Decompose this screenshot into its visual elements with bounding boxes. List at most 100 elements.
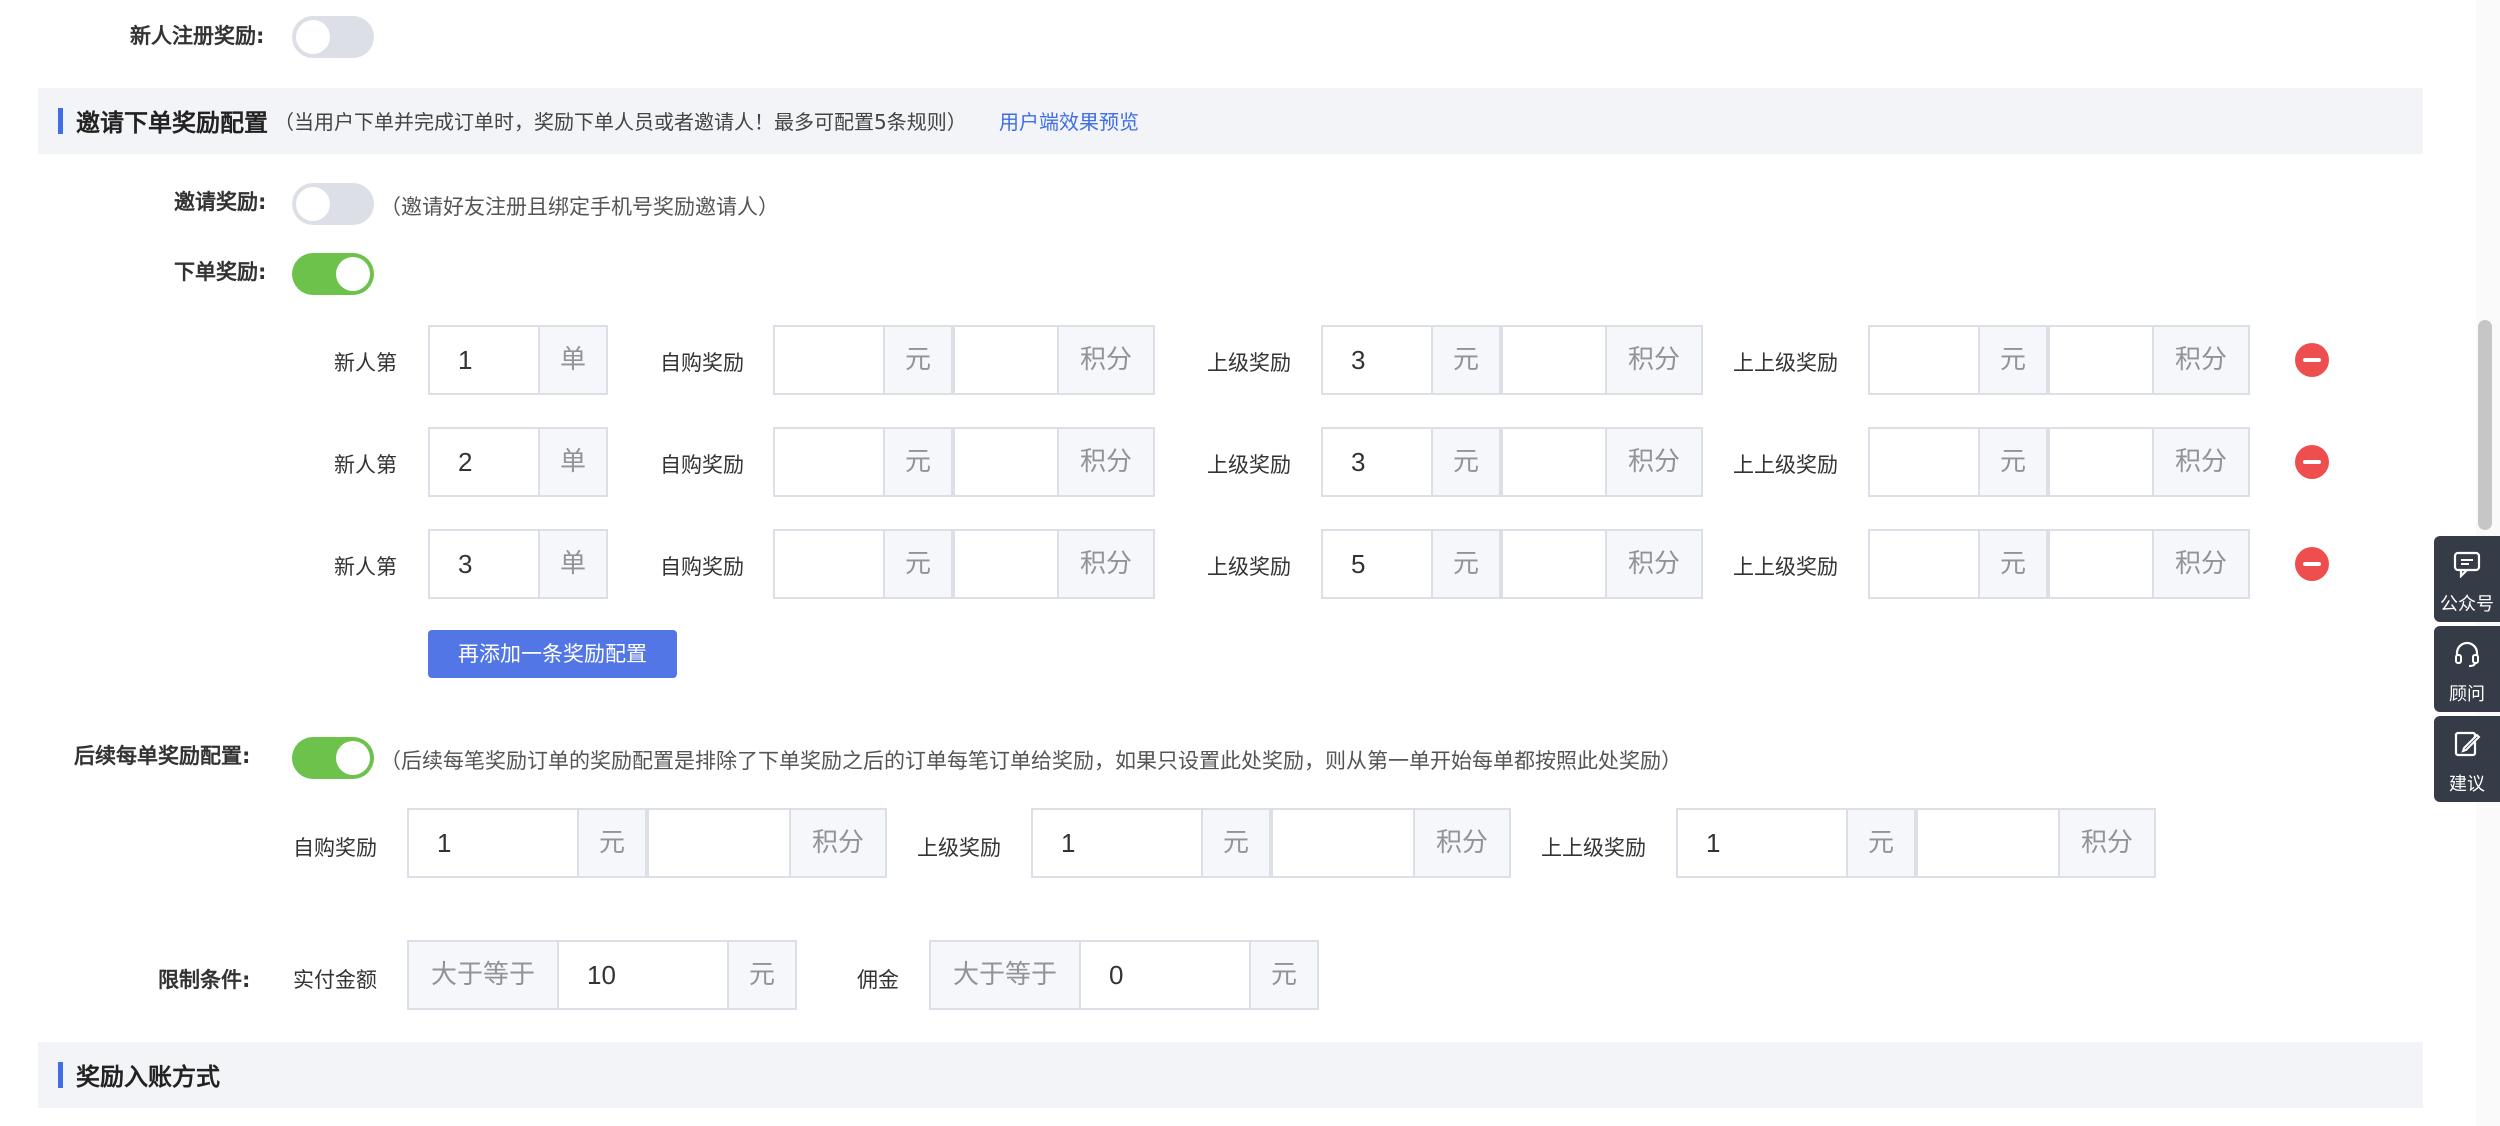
order-reward-toggle[interactable] — [292, 253, 374, 295]
order-reward-label: 下单奖励: — [174, 260, 267, 284]
remove-tier-icon[interactable] — [2295, 445, 2329, 479]
yuan-unit-addon: 元 — [727, 940, 797, 1010]
commission-label: 佣金 — [857, 968, 899, 992]
invite-reward-toggle[interactable] — [292, 183, 374, 225]
self-reward-yuan-input[interactable] — [773, 427, 885, 497]
tier-order-number-input[interactable]: 1 — [428, 325, 540, 395]
self-reward-label: 自购奖励 — [660, 453, 744, 477]
tier-prefix-label: 新人第 — [334, 351, 397, 375]
float-official-account-label: 公众号 — [2440, 594, 2494, 615]
tier-order-number-input[interactable]: 3 — [428, 529, 540, 599]
points-unit-addon: 积分 — [789, 808, 887, 878]
parent-reward-yuan-input[interactable]: 5 — [1321, 529, 1433, 599]
scrollbar-thumb[interactable] — [2478, 320, 2492, 530]
points-unit-addon: 积分 — [2152, 529, 2250, 599]
points-unit-addon: 积分 — [1605, 325, 1703, 395]
subsequent-reward-toggle[interactable] — [292, 737, 374, 779]
edit-icon — [2454, 731, 2481, 757]
parent-reward-yuan-input[interactable]: 3 — [1321, 325, 1433, 395]
paid-amount-input[interactable]: 10 — [557, 940, 729, 1010]
chat-icon — [2453, 551, 2481, 578]
self-reward-points-input[interactable] — [953, 427, 1059, 497]
yuan-unit-addon: 元 — [883, 427, 953, 497]
points-unit-addon: 积分 — [2152, 427, 2250, 497]
toggle-knob — [336, 741, 370, 775]
preview-link[interactable]: 用户端效果预览 — [999, 106, 1139, 135]
grand-reward-points-input[interactable] — [1916, 808, 2060, 878]
section-accent-bar — [58, 1062, 63, 1088]
section-title: 邀请下单奖励配置 — [76, 109, 268, 137]
remove-tier-icon[interactable] — [2295, 547, 2329, 581]
grand-reward-yuan-input[interactable] — [1868, 529, 1980, 599]
yuan-unit-addon: 元 — [883, 325, 953, 395]
yuan-unit-addon: 元 — [1431, 427, 1501, 497]
parent-reward-points-input[interactable] — [1271, 808, 1415, 878]
grand-reward-points-input[interactable] — [2048, 427, 2154, 497]
parent-reward-yuan-input[interactable]: 3 — [1321, 427, 1433, 497]
points-unit-addon: 积分 — [1605, 427, 1703, 497]
points-unit-addon: 积分 — [1057, 529, 1155, 599]
commission-operator-addon: 大于等于 — [929, 940, 1081, 1010]
parent-reward-label: 上级奖励 — [1207, 351, 1291, 375]
order-unit-addon: 单 — [538, 325, 608, 395]
commission-input[interactable]: 0 — [1079, 940, 1251, 1010]
grand-reward-yuan-input[interactable] — [1868, 325, 1980, 395]
yuan-unit-addon: 元 — [1431, 325, 1501, 395]
points-unit-addon: 积分 — [1057, 427, 1155, 497]
float-suggestion-button[interactable]: 建议 — [2434, 716, 2500, 802]
yuan-unit-addon: 元 — [1431, 529, 1501, 599]
points-unit-addon: 积分 — [1413, 808, 1511, 878]
headset-icon — [2455, 641, 2479, 667]
grand-reward-label: 上上级奖励 — [1733, 555, 1838, 579]
register-reward-label: 新人注册奖励: — [130, 24, 265, 48]
self-reward-points-input[interactable] — [953, 529, 1059, 599]
yuan-unit-addon: 元 — [1846, 808, 1916, 878]
register-reward-toggle[interactable] — [292, 16, 374, 58]
parent-reward-label: 上级奖励 — [1207, 453, 1291, 477]
section-accent-bar — [58, 108, 63, 134]
limit-conditions-label: 限制条件: — [158, 968, 251, 992]
grand-reward-label: 上上级奖励 — [1733, 453, 1838, 477]
grand-reward-yuan-input[interactable] — [1868, 427, 1980, 497]
subsequent-reward-hint: （后续每笔奖励订单的奖励配置是排除了下单奖励之后的订单每笔订单给奖励，如果只设置… — [380, 749, 1682, 773]
grand-reward-label: 上上级奖励 — [1541, 836, 1646, 860]
parent-reward-label: 上级奖励 — [917, 836, 1001, 860]
float-consultant-button[interactable]: 顾问 — [2434, 626, 2500, 712]
self-reward-points-input[interactable] — [647, 808, 791, 878]
self-reward-yuan-input[interactable] — [773, 529, 885, 599]
order-unit-addon: 单 — [538, 529, 608, 599]
grand-reward-points-input[interactable] — [2048, 529, 2154, 599]
yuan-unit-addon: 元 — [577, 808, 647, 878]
float-official-account-button[interactable]: 公众号 — [2434, 536, 2500, 622]
parent-reward-yuan-input[interactable]: 1 — [1031, 808, 1203, 878]
invite-reward-label: 邀请奖励: — [174, 190, 267, 214]
grand-reward-points-input[interactable] — [2048, 325, 2154, 395]
float-consultant-label: 顾问 — [2449, 684, 2485, 705]
add-reward-config-button[interactable]: 再添加一条奖励配置 — [428, 630, 677, 678]
points-unit-addon: 积分 — [2152, 325, 2250, 395]
remove-tier-icon[interactable] — [2295, 343, 2329, 377]
self-reward-points-input[interactable] — [953, 325, 1059, 395]
settle-section-header: 奖励入账方式 — [38, 1042, 2423, 1108]
paid-amount-label: 实付金额 — [293, 968, 377, 992]
yuan-unit-addon: 元 — [1978, 325, 2048, 395]
parent-reward-points-input[interactable] — [1501, 427, 1607, 497]
self-reward-yuan-input[interactable] — [773, 325, 885, 395]
tier-order-number-input[interactable]: 2 — [428, 427, 540, 497]
yuan-unit-addon: 元 — [1249, 940, 1319, 1010]
parent-reward-points-input[interactable] — [1501, 325, 1607, 395]
tier-prefix-label: 新人第 — [334, 555, 397, 579]
toggle-knob — [336, 257, 370, 291]
self-reward-yuan-input[interactable]: 1 — [407, 808, 579, 878]
invite-section-header: 邀请下单奖励配置 （当用户下单并完成订单时，奖励下单人员或者邀请人！最多可配置5… — [38, 88, 2423, 154]
yuan-unit-addon: 元 — [1201, 808, 1271, 878]
grand-reward-yuan-input[interactable]: 1 — [1676, 808, 1848, 878]
yuan-unit-addon: 元 — [1978, 427, 2048, 497]
parent-reward-points-input[interactable] — [1501, 529, 1607, 599]
points-unit-addon: 积分 — [1057, 325, 1155, 395]
toggle-knob — [296, 20, 330, 54]
points-unit-addon: 积分 — [2058, 808, 2156, 878]
order-unit-addon: 单 — [538, 427, 608, 497]
invite-reward-hint: （邀请好友注册且绑定手机号奖励邀请人） — [380, 195, 779, 219]
self-reward-label: 自购奖励 — [660, 351, 744, 375]
